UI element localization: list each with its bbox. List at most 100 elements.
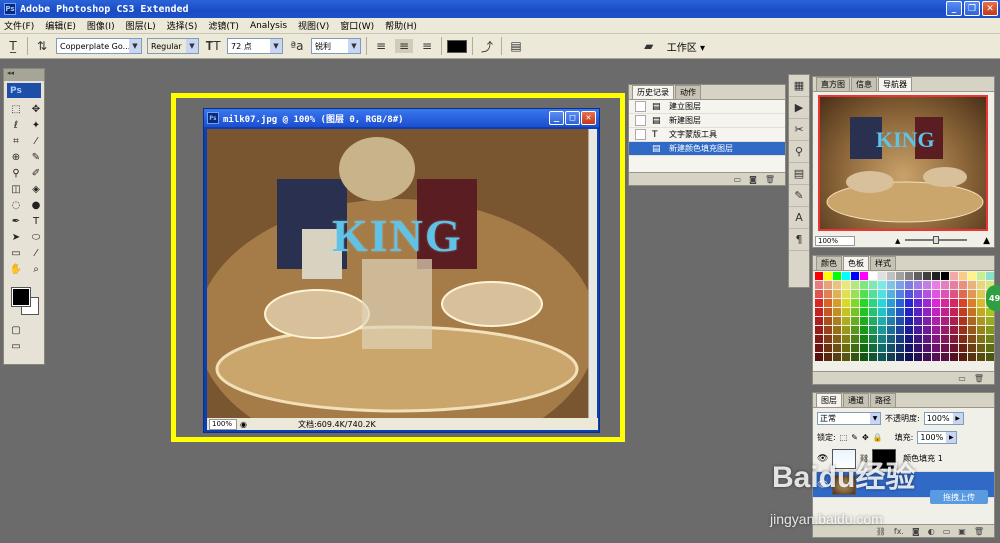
text-color-swatch[interactable] — [447, 39, 467, 53]
color-swatch[interactable] — [896, 281, 904, 289]
color-swatch[interactable] — [887, 344, 895, 352]
color-swatch[interactable] — [815, 335, 823, 343]
color-swatch[interactable] — [860, 272, 868, 280]
add-mask-icon[interactable]: ◙ — [912, 527, 920, 536]
history-checkbox[interactable] — [635, 143, 646, 154]
color-swatch[interactable] — [986, 353, 994, 361]
pen-tool-icon[interactable]: ✒ — [7, 214, 25, 229]
history-checkbox[interactable] — [635, 115, 646, 126]
tab-layers[interactable]: 图层 — [816, 393, 842, 407]
restore-button[interactable]: ❐ — [964, 1, 980, 16]
menu-select[interactable]: 选择(S) — [167, 19, 198, 32]
color-swatch[interactable] — [968, 344, 976, 352]
color-swatch[interactable] — [851, 326, 859, 334]
color-swatch[interactable] — [923, 299, 931, 307]
color-swatch[interactable] — [923, 272, 931, 280]
color-swatch[interactable] — [959, 326, 967, 334]
color-swatch[interactable] — [887, 353, 895, 361]
color-swatch[interactable] — [887, 326, 895, 334]
color-swatch[interactable] — [869, 308, 877, 316]
navigator-thumbnail[interactable]: KING — [818, 95, 988, 231]
color-swatch[interactable] — [923, 335, 931, 343]
color-swatch[interactable] — [950, 326, 958, 334]
new-layer-icon[interactable]: ▣ — [958, 527, 966, 536]
color-swatch[interactable] — [959, 290, 967, 298]
color-swatch[interactable] — [815, 299, 823, 307]
photoshop-logo-icon[interactable]: Ps — [7, 83, 41, 98]
color-swatch[interactable] — [824, 317, 832, 325]
color-swatch[interactable] — [977, 353, 985, 361]
color-swatch[interactable] — [905, 335, 913, 343]
color-swatch[interactable] — [932, 353, 940, 361]
blur-tool-icon[interactable]: ◌ — [7, 198, 25, 213]
color-swatch[interactable] — [905, 290, 913, 298]
color-swatch[interactable] — [824, 290, 832, 298]
color-swatch[interactable] — [923, 353, 931, 361]
navigator-zoom-field[interactable]: 100% — [815, 235, 855, 246]
clone-dock-icon[interactable]: ⚲ — [789, 141, 809, 163]
color-swatch[interactable] — [932, 344, 940, 352]
color-swatch[interactable] — [815, 308, 823, 316]
color-swatch[interactable] — [887, 335, 895, 343]
color-picker[interactable] — [7, 285, 41, 321]
color-swatch[interactable] — [968, 308, 976, 316]
color-swatch[interactable] — [977, 299, 985, 307]
color-swatch[interactable] — [878, 335, 886, 343]
zoom-in-icon[interactable]: ▲ — [983, 236, 990, 246]
color-swatch[interactable] — [941, 272, 949, 280]
color-swatch[interactable] — [941, 344, 949, 352]
color-swatch[interactable] — [914, 353, 922, 361]
tab-channels[interactable]: 通道 — [843, 393, 869, 407]
minimize-button[interactable]: _ — [946, 1, 962, 16]
color-swatch[interactable] — [851, 344, 859, 352]
anti-alias-select[interactable]: 锐利 ▼ — [311, 38, 361, 54]
color-swatch[interactable] — [851, 281, 859, 289]
zoom-slider-thumb[interactable] — [933, 236, 939, 244]
adjustment-layer-icon[interactable]: ◐ — [928, 527, 935, 536]
eraser-tool-icon[interactable]: ◫ — [7, 182, 25, 197]
color-swatch[interactable] — [896, 344, 904, 352]
color-swatch[interactable] — [977, 317, 985, 325]
drag-upload-button[interactable]: 拖拽上传 — [930, 490, 988, 504]
align-right-icon[interactable]: ≡ — [418, 39, 436, 53]
color-swatch[interactable] — [941, 290, 949, 298]
color-swatch[interactable] — [860, 290, 868, 298]
close-button[interactable]: ✕ — [982, 1, 998, 16]
color-swatch[interactable] — [878, 290, 886, 298]
color-swatch[interactable] — [914, 290, 922, 298]
color-swatch[interactable] — [851, 335, 859, 343]
bridge-icon[interactable]: ▰ — [640, 39, 658, 53]
color-swatch[interactable] — [851, 308, 859, 316]
dodge-tool-icon[interactable]: ● — [27, 198, 45, 213]
color-swatch[interactable] — [896, 335, 904, 343]
notes-tool-icon[interactable]: ▭ — [7, 246, 25, 261]
color-swatch[interactable] — [896, 353, 904, 361]
color-swatch[interactable] — [914, 299, 922, 307]
color-swatch[interactable] — [887, 281, 895, 289]
color-swatch[interactable] — [824, 308, 832, 316]
color-swatch[interactable] — [905, 299, 913, 307]
color-swatch[interactable] — [887, 272, 895, 280]
color-swatch[interactable] — [896, 326, 904, 334]
color-swatch[interactable] — [851, 290, 859, 298]
palettes-icon[interactable]: ▤ — [507, 39, 525, 53]
lock-transparency-icon[interactable]: ⬚ — [840, 433, 848, 442]
color-swatch[interactable] — [833, 299, 841, 307]
color-swatch[interactable] — [896, 308, 904, 316]
zoom-tool-icon[interactable]: ⌕ — [27, 262, 45, 277]
color-swatch[interactable] — [824, 299, 832, 307]
history-item-selected[interactable]: ▤ 新建颜色填充图层 — [629, 142, 785, 156]
color-swatch[interactable] — [941, 299, 949, 307]
eyedropper-icon[interactable]: ⁄ — [27, 246, 45, 261]
link-layers-icon[interactable]: ⛓ — [876, 527, 886, 536]
color-swatch[interactable] — [977, 290, 985, 298]
color-swatch[interactable] — [977, 335, 985, 343]
color-swatch[interactable] — [932, 272, 940, 280]
color-swatch[interactable] — [941, 317, 949, 325]
opacity-field[interactable]: 100% ▶ — [923, 412, 964, 425]
tab-styles[interactable]: 样式 — [870, 256, 896, 270]
color-swatch[interactable] — [905, 272, 913, 280]
doc-maximize-button[interactable]: □ — [565, 111, 580, 125]
color-swatch[interactable] — [923, 317, 931, 325]
color-swatch[interactable] — [941, 335, 949, 343]
